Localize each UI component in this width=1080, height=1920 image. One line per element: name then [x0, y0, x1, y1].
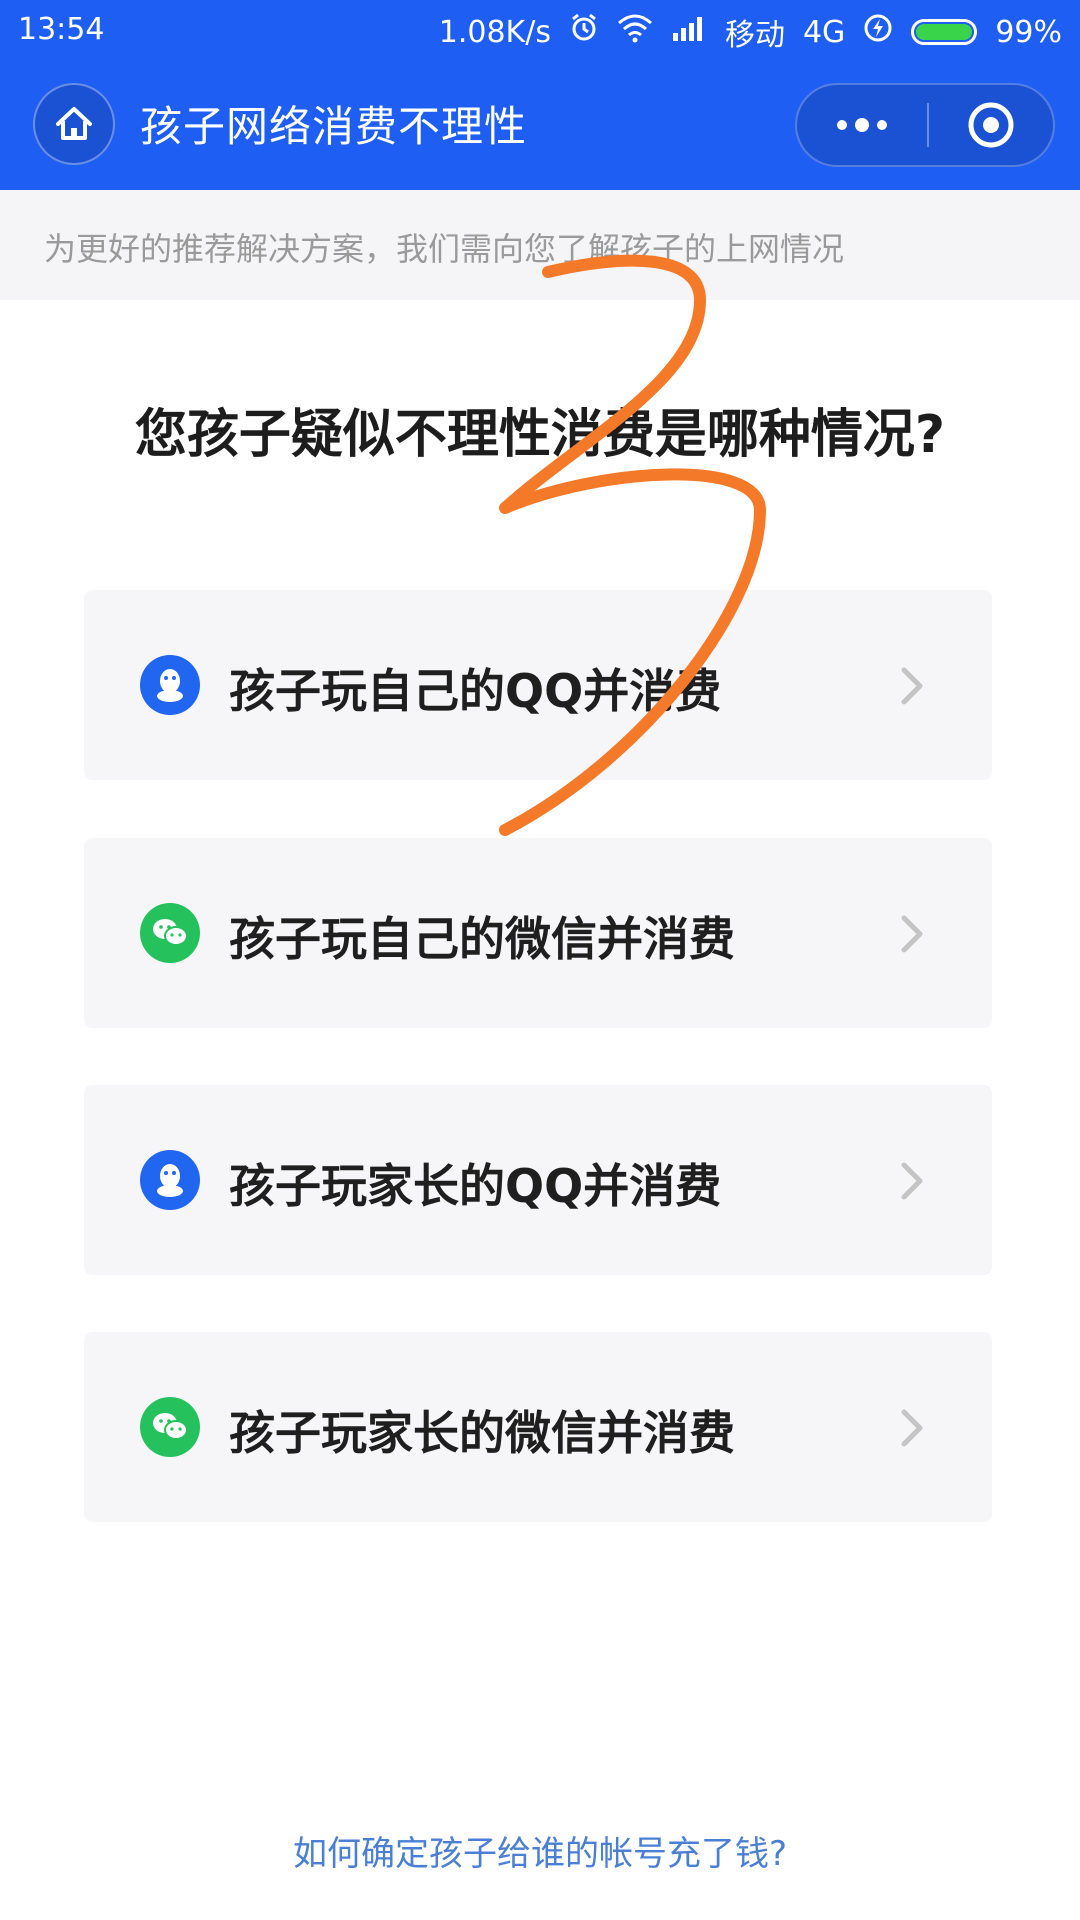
- qq-icon: [140, 655, 200, 715]
- status-bar: 13:54 1.08K/s 移动 4G 99%: [0, 0, 1080, 62]
- status-time: 13:54: [18, 12, 105, 47]
- battery-level: 99%: [995, 14, 1062, 50]
- option-parent-qq[interactable]: 孩子玩家长的QQ并消费: [84, 1085, 992, 1275]
- wechat-icon: [140, 1397, 200, 1457]
- banner-text: 为更好的推荐解决方案，我们需向您了解孩子的上网情况: [44, 230, 845, 268]
- more-dots-icon: [837, 118, 887, 132]
- option-label: 孩子玩家长的QQ并消费: [229, 1159, 722, 1213]
- carrier-label: 移动: [724, 18, 785, 53]
- network-label: 4G: [802, 14, 846, 50]
- status-right: 1.08K/s 移动 4G 99%: [439, 10, 1062, 54]
- charging-icon: [863, 13, 893, 51]
- close-circle-icon: [968, 102, 1014, 148]
- home-button[interactable]: [33, 83, 115, 165]
- more-button[interactable]: [797, 85, 927, 165]
- chevron-right-icon: [901, 1409, 923, 1447]
- header: 13:54 1.08K/s 移动 4G 99% 孩子网络消费不理性: [0, 0, 1080, 190]
- info-banner: 为更好的推荐解决方案，我们需向您了解孩子的上网情况: [0, 190, 1080, 300]
- account-recharge-help-link[interactable]: 如何确定孩子给谁的帐号充了钱?: [0, 1826, 1080, 1875]
- home-icon: [56, 107, 92, 140]
- option-parent-wechat[interactable]: 孩子玩家长的微信并消费: [84, 1332, 992, 1522]
- option-own-wechat[interactable]: 孩子玩自己的微信并消费: [84, 838, 992, 1028]
- chevron-right-icon: [901, 1162, 923, 1200]
- page-title: 孩子网络消费不理性: [140, 102, 528, 151]
- close-button[interactable]: [927, 85, 1055, 165]
- option-own-qq[interactable]: 孩子玩自己的QQ并消费: [84, 590, 992, 780]
- wifi-icon: [617, 13, 653, 51]
- nav-bar: 孩子网络消费不理性: [0, 70, 1080, 190]
- mini-program-capsule: [795, 83, 1055, 167]
- net-speed: 1.08K/s: [438, 14, 551, 50]
- option-label: 孩子玩自己的QQ并消费: [229, 664, 722, 718]
- qq-icon: [140, 1150, 200, 1210]
- chevron-right-icon: [901, 667, 923, 705]
- alarm-icon: [569, 13, 599, 51]
- chevron-right-icon: [901, 915, 923, 953]
- signal-icon: [671, 13, 707, 51]
- wechat-icon: [140, 903, 200, 963]
- battery-icon: [911, 19, 978, 45]
- option-label: 孩子玩自己的微信并消费: [229, 912, 735, 966]
- question-title: 您孩子疑似不理性消费是哪种情况?: [134, 405, 946, 465]
- option-label: 孩子玩家长的微信并消费: [229, 1406, 735, 1460]
